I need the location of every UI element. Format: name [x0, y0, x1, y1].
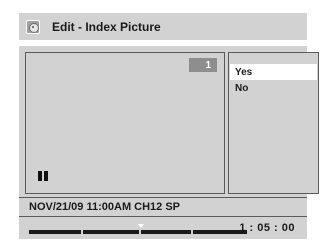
- page-title: Edit - Index Picture: [52, 19, 161, 34]
- pause-icon: [38, 171, 48, 181]
- title-bar: Edit - Index Picture: [19, 13, 307, 40]
- content-panel: 1 Yes No NOV/21/09 11:00AM CH12 SP 1 : 0…: [19, 46, 319, 239]
- confirm-menu: Yes No: [228, 52, 319, 194]
- recording-info: NOV/21/09 11:00AM CH12 SP: [19, 197, 307, 217]
- index-picture-screen: Edit - Index Picture 1 Yes No NOV/21/09 …: [3, 3, 319, 239]
- progress-divider: [191, 230, 193, 234]
- picture-preview: 1: [25, 52, 225, 194]
- playback-bar: 1 : 05 : 00: [19, 218, 307, 239]
- position-marker-icon: [138, 224, 144, 228]
- disc-icon: [26, 19, 40, 34]
- index-number-badge: 1: [189, 58, 217, 72]
- menu-item-yes[interactable]: Yes: [230, 64, 317, 80]
- progress-track: [29, 224, 247, 234]
- progress-divider: [139, 230, 141, 234]
- progress-divider: [81, 230, 83, 234]
- menu-item-no[interactable]: No: [230, 80, 317, 96]
- elapsed-time: 1 : 05 : 00: [239, 222, 295, 234]
